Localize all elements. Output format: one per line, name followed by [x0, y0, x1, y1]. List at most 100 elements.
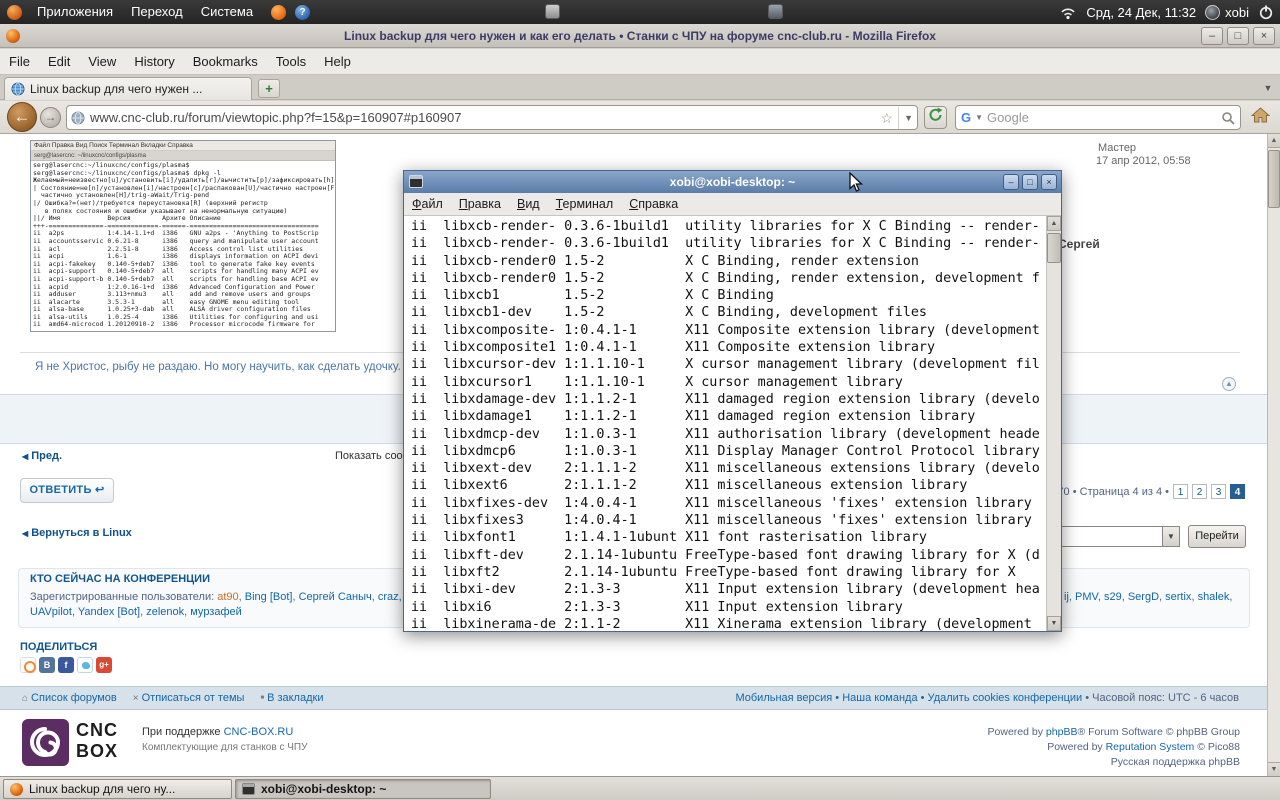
scrollbar-thumb[interactable]: [1047, 233, 1061, 263]
return-arrow-icon: ◀: [22, 529, 29, 538]
distro-menu-icon[interactable]: [7, 4, 22, 20]
previous-link[interactable]: ◀ Пред.: [22, 450, 62, 462]
terminal-menu-item[interactable]: Правка: [451, 193, 509, 216]
firefox-menu-item[interactable]: File: [0, 49, 39, 75]
maximize-button[interactable]: □: [1022, 174, 1038, 190]
forward-button[interactable]: →: [40, 107, 61, 128]
firefox-menu-item[interactable]: History: [125, 49, 183, 75]
googleplus-share-icon[interactable]: g+: [96, 657, 112, 673]
terminal-titlebar[interactable]: xobi@xobi-desktop: ~ – □ ×: [404, 171, 1061, 193]
home-button[interactable]: [1248, 107, 1272, 129]
cnc-box-logo[interactable]: [22, 719, 69, 766]
tray-icon[interactable]: [545, 4, 560, 19]
minimize-button[interactable]: –: [1201, 27, 1223, 45]
terminal-line: ii libxcb-render0 1.5-2 X C Binding, ren…: [411, 253, 919, 269]
close-button[interactable]: ×: [1041, 174, 1057, 190]
reply-button[interactable]: ОТВЕТИТЬ ↩: [20, 478, 114, 503]
username[interactable]: xobi: [1225, 5, 1249, 20]
user-link[interactable]: Bing [Bot]: [245, 591, 293, 603]
reputation-link[interactable]: Reputation System: [1106, 741, 1195, 753]
user-link[interactable]: ij: [1064, 591, 1069, 603]
page-number[interactable]: 3: [1211, 484, 1226, 499]
bookmark-star-icon[interactable]: ☆: [881, 111, 894, 125]
user-link[interactable]: at90: [217, 591, 238, 603]
terminal-menu-item[interactable]: Файл: [404, 193, 451, 216]
url-dropdown-icon[interactable]: ▼: [898, 106, 913, 129]
user-link[interactable]: PMV: [1075, 591, 1098, 603]
sponsor-link[interactable]: CNC-BOX.RU: [224, 726, 294, 738]
network-signal-icon[interactable]: [1059, 5, 1077, 20]
firefox-menu-item[interactable]: Tools: [267, 49, 315, 75]
firefox-menu-item[interactable]: Help: [315, 49, 360, 75]
user-link[interactable]: мурзафей: [190, 606, 242, 618]
terminal-line: ii libxdamage-dev 1:1.1.2-1 X11 damaged …: [411, 391, 1040, 407]
scroll-up-icon[interactable]: ▲: [1268, 134, 1280, 148]
scroll-down-icon[interactable]: ▼: [1047, 616, 1061, 631]
new-tab-button[interactable]: +: [258, 79, 280, 98]
user-link[interactable]: craz,: [378, 591, 402, 603]
firefox-menu-item[interactable]: View: [79, 49, 125, 75]
post-author[interactable]: Сергей: [1058, 237, 1100, 251]
google-logo-icon[interactable]: G: [961, 110, 971, 125]
go-button[interactable]: Перейти: [1188, 525, 1246, 548]
firefox-menu-item[interactable]: Bookmarks: [184, 49, 267, 75]
search-engine-dropdown-icon[interactable]: ▼: [975, 113, 983, 122]
bookmark-link[interactable]: ■ В закладки: [260, 687, 323, 710]
panel-menu-item[interactable]: Приложения: [28, 0, 122, 24]
footer-links[interactable]: Мобильная версия • Наша команда • Удалит…: [735, 692, 1082, 704]
panel-menu-item[interactable]: Система: [192, 0, 262, 24]
return-to-forum-link[interactable]: ◀ Вернуться в Linux: [22, 527, 132, 539]
magnifier-icon[interactable]: [1221, 111, 1235, 125]
user-link[interactable]: Yandex [Bot]: [78, 606, 140, 618]
phpbb-link[interactable]: phpBB: [1046, 726, 1078, 738]
scroll-up-icon[interactable]: ▲: [1047, 216, 1061, 231]
taskbar-item-firefox[interactable]: Linux backup для чего ну...: [3, 779, 232, 799]
terminal-menu-item[interactable]: Справка: [621, 193, 686, 216]
firefox-menu-item[interactable]: Edit: [39, 49, 79, 75]
back-to-top-icon[interactable]: ▲: [1222, 377, 1236, 391]
close-button[interactable]: ×: [1253, 27, 1275, 45]
page-number[interactable]: 2: [1192, 484, 1207, 499]
panel-menu-item[interactable]: Переход: [122, 0, 192, 24]
scroll-down-icon[interactable]: ▼: [1268, 762, 1280, 776]
user-link[interactable]: sertix: [1165, 591, 1191, 603]
user-link[interactable]: Сергей Саныч: [299, 591, 372, 603]
tray-icon[interactable]: [768, 4, 783, 19]
page-number[interactable]: 4: [1230, 484, 1245, 499]
reload-button[interactable]: [924, 106, 947, 129]
user-link[interactable]: shalek,: [1198, 591, 1233, 603]
clock[interactable]: Срд, 24 Дек, 11:32: [1086, 5, 1196, 20]
minimize-button[interactable]: –: [1003, 174, 1019, 190]
terminal-menu-item[interactable]: Вид: [509, 193, 548, 216]
terminal-menu-item[interactable]: Терминал: [548, 193, 622, 216]
browser-launcher-icon[interactable]: [271, 4, 287, 20]
odnoklassniki-share-icon[interactable]: [20, 657, 36, 673]
power-icon[interactable]: [1258, 4, 1274, 20]
taskbar-item-terminal[interactable]: xobi@xobi-desktop: ~: [235, 779, 491, 799]
browser-tab[interactable]: Linux backup для чего нужен ...: [4, 77, 252, 100]
maximize-button[interactable]: □: [1227, 27, 1249, 45]
terminal-scrollbar[interactable]: ▲ ▼: [1046, 216, 1061, 631]
back-button[interactable]: ←: [7, 102, 37, 132]
facebook-share-icon[interactable]: f: [58, 657, 74, 673]
scrollbar-thumb[interactable]: [1268, 150, 1280, 208]
board-index-link[interactable]: ⌂ Список форумов: [22, 687, 117, 710]
select-dropdown-icon[interactable]: ▼: [1162, 527, 1179, 546]
search-input[interactable]: [987, 110, 1217, 125]
url-input[interactable]: [90, 110, 876, 125]
page-scrollbar[interactable]: ▲ ▼: [1267, 134, 1280, 776]
twitter-share-icon[interactable]: [77, 657, 93, 673]
russian-support-link[interactable]: Русская поддержка phpBB: [1111, 756, 1240, 768]
firefox-titlebar[interactable]: Linux backup для чего нужен и как его де…: [0, 24, 1280, 48]
user-avatar[interactable]: [1205, 4, 1221, 20]
list-all-tabs-icon[interactable]: ▼: [1260, 81, 1276, 95]
help-launcher-icon[interactable]: ?: [295, 4, 311, 20]
unsubscribe-link[interactable]: × Отписаться от темы: [133, 687, 245, 710]
vk-share-icon[interactable]: В: [39, 657, 55, 673]
terminal-output[interactable]: ii libxcb-render- 0.3.6-1build1 utility …: [404, 216, 1061, 631]
user-link[interactable]: SergD: [1128, 591, 1159, 603]
user-link[interactable]: UAVpilot: [30, 606, 72, 618]
page-number[interactable]: 1: [1173, 484, 1188, 499]
user-link[interactable]: s29: [1104, 591, 1122, 603]
user-link[interactable]: zelenok: [146, 606, 184, 618]
